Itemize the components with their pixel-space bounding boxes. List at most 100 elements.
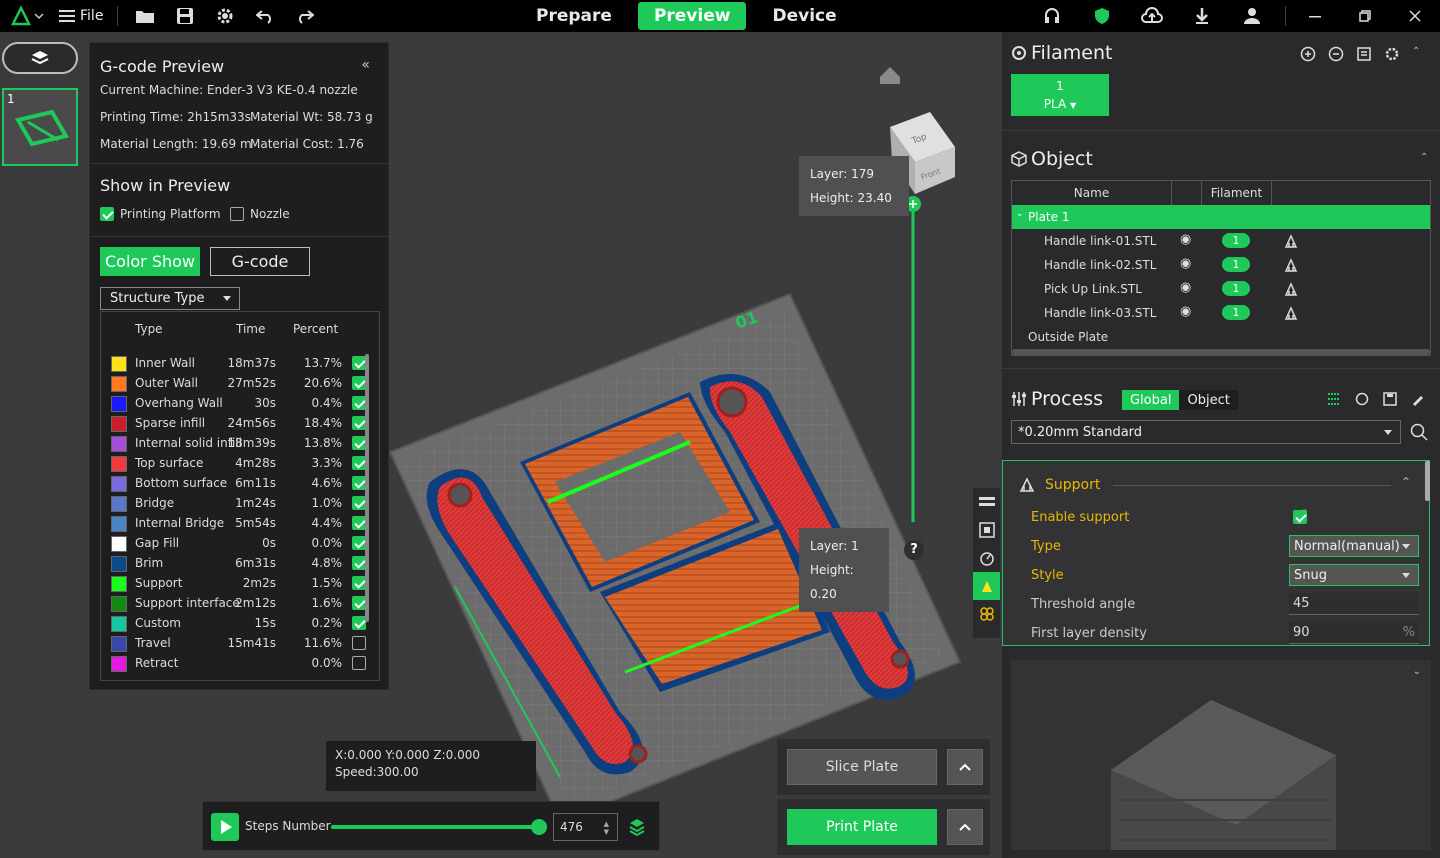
help-button[interactable]: ? [904, 540, 924, 560]
tab-prepare[interactable]: Prepare [520, 2, 628, 30]
legend-visibility-checkbox[interactable] [352, 596, 366, 610]
eye-icon[interactable]: ◉ [1180, 280, 1191, 295]
search-icon[interactable] [1410, 423, 1428, 441]
save-icon[interactable] [174, 5, 196, 27]
save-preset-icon[interactable] [1383, 392, 1397, 406]
collapse-support-icon[interactable]: ⌃ [1401, 475, 1411, 489]
process-preset-select[interactable]: *0.20mm Standard [1011, 420, 1401, 444]
remove-circle-icon[interactable] [1328, 46, 1344, 62]
undo-icon[interactable] [254, 5, 276, 27]
layer-view-button[interactable] [2, 42, 78, 74]
object-row[interactable]: Handle link-03.STL ◉ 1 [1012, 301, 1430, 325]
slice-plate-button[interactable]: Slice Plate [787, 749, 937, 785]
support-type-select[interactable]: Normal(manual) [1289, 535, 1419, 557]
filament-pill[interactable]: 1 [1222, 233, 1250, 248]
shield-icon[interactable] [1091, 5, 1113, 27]
layer-stack-icon[interactable] [629, 818, 645, 836]
object-row[interactable]: Handle link-01.STL ◉ 1 [1012, 229, 1430, 253]
menu-icon[interactable] [56, 5, 78, 27]
file-menu[interactable]: File [80, 8, 103, 24]
settings-gear-icon[interactable] [214, 5, 236, 27]
tab-device[interactable]: Device [756, 2, 852, 30]
eye-icon[interactable]: ◉ [1180, 256, 1191, 271]
speedometer-tool-icon[interactable] [973, 544, 1000, 572]
expand-arrow-icon[interactable]: ⌄ [1016, 209, 1024, 219]
compare-icon[interactable] [1355, 392, 1369, 406]
legend-visibility-checkbox[interactable] [352, 496, 366, 510]
restore-icon[interactable] [1354, 5, 1376, 27]
support-paint-icon[interactable] [1284, 282, 1298, 296]
threshold-input[interactable]: 45 [1289, 593, 1419, 615]
legend-visibility-checkbox[interactable] [352, 356, 366, 370]
collapse-object-icon[interactable]: ⌃ [1420, 152, 1428, 163]
printing-platform-checkbox[interactable] [100, 207, 114, 221]
minimize-icon[interactable] [1304, 5, 1326, 27]
plate-thumbnail[interactable]: 1 [2, 88, 78, 166]
nozzle-checkbox[interactable] [230, 207, 244, 221]
legend-scrollbar[interactable] [365, 354, 369, 622]
color-show-button[interactable]: Color Show [100, 247, 200, 276]
print-options-button[interactable] [947, 809, 983, 845]
legend-visibility-checkbox[interactable] [352, 656, 366, 670]
first-layer-density-input[interactable]: 90% [1289, 622, 1419, 644]
app-logo-icon[interactable] [10, 5, 46, 27]
support-paint-icon[interactable] [1284, 306, 1298, 320]
close-icon[interactable] [1404, 5, 1426, 27]
play-button[interactable] [211, 813, 239, 841]
edit-preset-icon[interactable] [1411, 392, 1425, 406]
global-tab[interactable]: Global [1122, 390, 1180, 410]
enable-support-checkbox[interactable] [1293, 510, 1307, 524]
plate-row[interactable]: ⌄ Plate 1 [1012, 205, 1430, 229]
filament-pill[interactable]: 1 [1222, 305, 1250, 320]
eye-icon[interactable]: ◉ [1180, 304, 1191, 319]
object-row[interactable]: Pick Up Link.STL ◉ 1 [1012, 277, 1430, 301]
structure-type-select[interactable]: Structure Type [100, 287, 240, 310]
grid-tool-icon[interactable] [973, 516, 1000, 544]
legend-visibility-checkbox[interactable] [352, 516, 366, 530]
legend-visibility-checkbox[interactable] [352, 376, 366, 390]
legend-visibility-checkbox[interactable] [352, 616, 366, 630]
legend-visibility-checkbox[interactable] [352, 396, 366, 410]
object-tab[interactable]: Object [1179, 390, 1238, 410]
steps-track[interactable] [331, 825, 539, 829]
advanced-grid-icon[interactable] [1327, 392, 1341, 406]
object-scrollbar[interactable] [1012, 349, 1430, 355]
collapse-filament-icon[interactable]: ⌃ [1412, 46, 1420, 62]
filament-pill[interactable]: 1 [1222, 281, 1250, 296]
col-name[interactable]: Name [1012, 181, 1172, 205]
steps-knob[interactable] [531, 819, 547, 835]
support-paint-icon[interactable] [1284, 258, 1298, 272]
user-icon[interactable] [1241, 5, 1263, 27]
col-filament[interactable]: Filament [1202, 181, 1272, 205]
nozzle-option[interactable]: Nozzle [230, 207, 290, 221]
download-icon[interactable] [1191, 5, 1213, 27]
cloud-upload-icon[interactable] [1141, 5, 1163, 27]
color-tool-icon[interactable] [973, 600, 1000, 628]
add-circle-icon[interactable] [1300, 46, 1316, 62]
filament-settings-gear-icon[interactable] [1384, 46, 1400, 62]
tab-preview[interactable]: Preview [637, 2, 747, 30]
outside-plate-row[interactable]: Outside Plate [1012, 325, 1430, 349]
steps-spinner-icon[interactable]: ▲ ▼ [604, 820, 609, 836]
redo-icon[interactable] [294, 5, 316, 27]
filament-pill[interactable]: 1 [1222, 257, 1250, 272]
legend-visibility-checkbox[interactable] [352, 456, 366, 470]
object-row[interactable]: Handle link-02.STL ◉ 1 [1012, 253, 1430, 277]
legend-visibility-checkbox[interactable] [352, 476, 366, 490]
edit-list-icon[interactable] [1356, 46, 1372, 62]
legend-visibility-checkbox[interactable] [352, 536, 366, 550]
support-tool-icon[interactable] [973, 572, 1000, 600]
legend-visibility-checkbox[interactable] [352, 556, 366, 570]
gcode-button[interactable]: G-code [210, 247, 310, 276]
legend-visibility-checkbox[interactable] [352, 576, 366, 590]
support-scrollbar[interactable] [1425, 461, 1430, 501]
headset-icon[interactable] [1041, 5, 1063, 27]
legend-visibility-checkbox[interactable] [352, 416, 366, 430]
legend-visibility-checkbox[interactable] [352, 436, 366, 450]
slice-options-button[interactable] [947, 749, 983, 785]
eye-icon[interactable]: ◉ [1180, 232, 1191, 247]
expand-preview-icon[interactable]: ⌄ [1413, 666, 1421, 677]
legend-visibility-checkbox[interactable] [352, 636, 366, 650]
collapse-panel-icon[interactable]: « [361, 57, 370, 73]
open-folder-icon[interactable] [134, 5, 156, 27]
